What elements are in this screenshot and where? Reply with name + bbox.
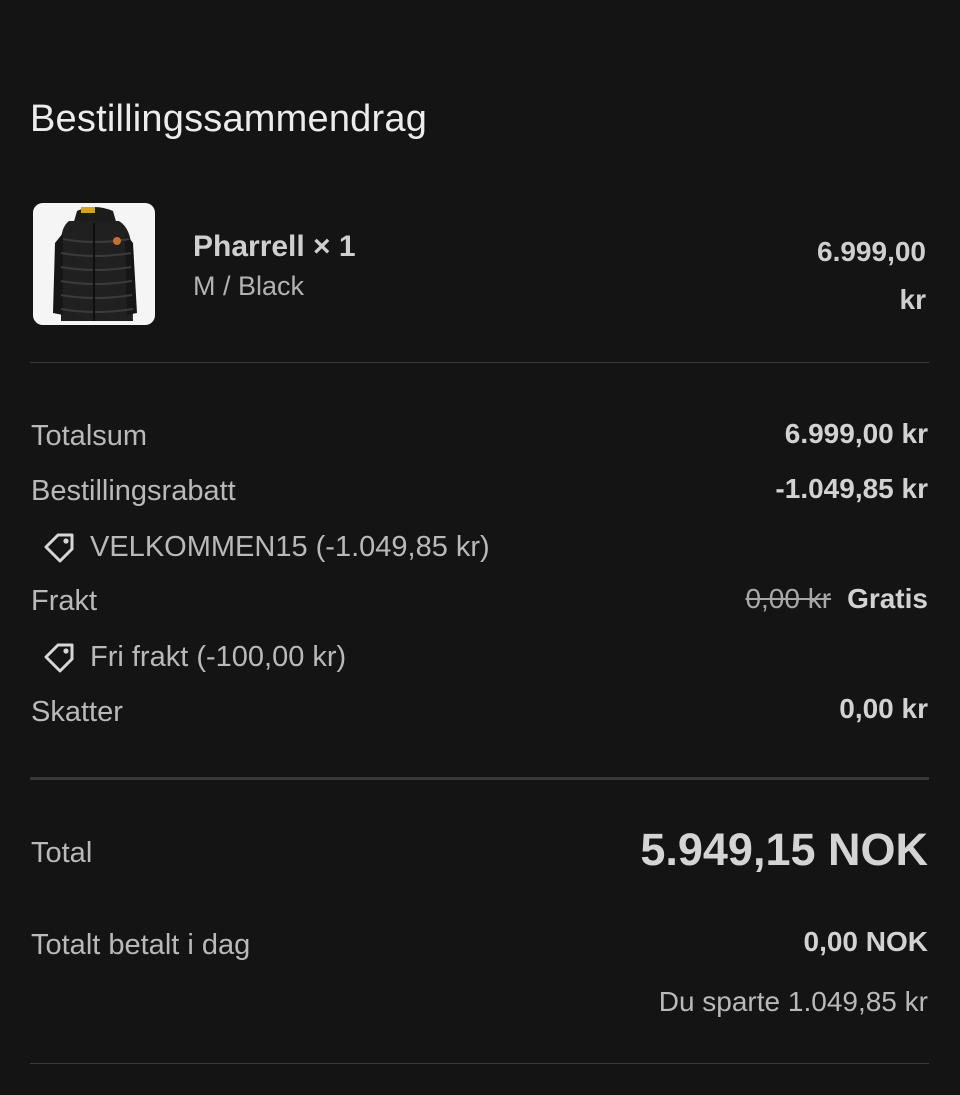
- shipping-value: Gratis: [847, 583, 928, 614]
- total-label: Total: [31, 837, 93, 869]
- tax-value: 0,00 kr: [839, 693, 928, 724]
- total-value: 5.949,15 NOK: [640, 824, 928, 875]
- product-variant: M / Black: [193, 271, 305, 301]
- product-price-currency: kr: [899, 284, 926, 315]
- shipping-discount-text: Fri frakt (-100,00 kr): [90, 640, 347, 673]
- shipping-label: Frakt: [31, 585, 98, 617]
- product-name: Pharrell × 1: [193, 230, 356, 263]
- tag-icon: [42, 640, 76, 674]
- shipping-discount-row: Fri frakt (-100,00 kr): [42, 640, 346, 674]
- order-discount-value: -1.049,85 kr: [775, 473, 928, 504]
- product-thumbnail: [33, 203, 155, 325]
- paid-today-label: Totalt betalt i dag: [31, 929, 251, 961]
- product-price: 6.999,00 kr: [726, 228, 926, 324]
- discount-code-text: VELKOMMEN15 (-1.049,85 kr): [90, 530, 490, 563]
- subtotal-label: Totalsum: [31, 420, 148, 452]
- order-discount-label: Bestillingsrabatt: [31, 475, 236, 507]
- subtotal-value: 6.999,00 kr: [784, 418, 928, 449]
- shipping-value-row: 0,00 kr Gratis: [745, 583, 928, 615]
- product-divider: [30, 362, 929, 363]
- tax-label: Skatter: [31, 696, 123, 728]
- discount-code-row: VELKOMMEN15 (-1.049,85 kr): [42, 530, 490, 564]
- puffer-jacket-icon: [33, 203, 155, 325]
- order-summary-heading: Bestillingssammendrag: [30, 98, 428, 140]
- totals-divider: [30, 777, 929, 780]
- product-price-amount: 6.999,00: [817, 236, 926, 267]
- order-summary-panel: Bestillingssammendrag Pharrell × 1 M / B…: [0, 0, 960, 1095]
- shipping-original-price: 0,00 kr: [745, 583, 832, 614]
- savings-text: Du sparte 1.049,85 kr: [658, 986, 928, 1017]
- tag-icon: [42, 530, 76, 564]
- paid-today-value: 0,00 NOK: [803, 926, 929, 957]
- bottom-divider: [30, 1063, 929, 1064]
